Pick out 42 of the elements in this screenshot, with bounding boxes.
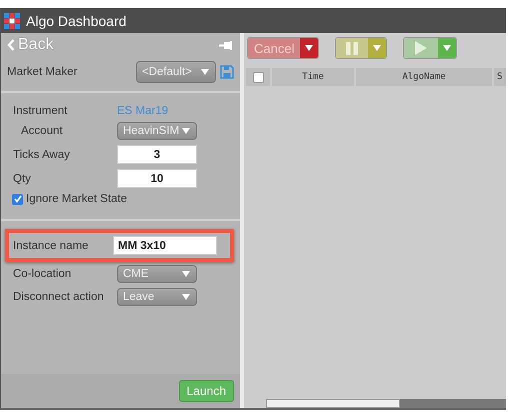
input-field[interactable]: 10 bbox=[117, 169, 197, 188]
dropdown[interactable]: CME bbox=[117, 265, 197, 283]
field-label: Co-location bbox=[13, 268, 72, 280]
template-label: Market Maker bbox=[7, 66, 78, 78]
cancel-button[interactable]: Cancel bbox=[247, 37, 320, 59]
template-dropdown[interactable]: <Default> bbox=[136, 61, 216, 83]
column-header[interactable]: AlgoName bbox=[356, 68, 492, 86]
column-header[interactable]: Time bbox=[272, 68, 354, 86]
play-button[interactable] bbox=[403, 37, 458, 59]
checkbox[interactable] bbox=[12, 194, 23, 204]
app-logo-icon bbox=[4, 12, 20, 28]
pause-icon bbox=[346, 42, 358, 54]
field-label: Qty bbox=[13, 172, 32, 184]
pin-icon[interactable] bbox=[219, 40, 232, 50]
save-icon[interactable] bbox=[220, 65, 234, 79]
caret-icon bbox=[305, 45, 314, 51]
input-field[interactable]: 3 bbox=[117, 145, 197, 164]
field-label: Ticks Away bbox=[13, 148, 71, 160]
dropdown[interactable]: Leave bbox=[117, 288, 197, 306]
back-button[interactable]: Back bbox=[7, 36, 54, 54]
scrollbar-thumb[interactable] bbox=[266, 399, 400, 408]
play-icon bbox=[415, 41, 428, 55]
caret-icon bbox=[182, 128, 190, 134]
field-label: Instrument bbox=[13, 105, 68, 117]
select-all-checkbox[interactable] bbox=[252, 72, 264, 82]
caret-icon bbox=[182, 294, 190, 300]
field-label: Account bbox=[20, 125, 64, 137]
window-title: Algo Dashboard bbox=[26, 12, 126, 28]
caret-icon bbox=[201, 69, 209, 75]
launch-button[interactable]: Launch bbox=[178, 380, 234, 402]
caret-icon bbox=[443, 45, 452, 51]
instrument-link[interactable]: ES Mar19 bbox=[117, 105, 240, 117]
input-field[interactable]: MM 3x10 bbox=[113, 236, 217, 255]
field-label: Disconnect action bbox=[13, 291, 105, 303]
checkbox-label: Ignore Market State bbox=[26, 193, 127, 205]
column-header[interactable]: S bbox=[494, 68, 506, 86]
field-label: Instance name bbox=[13, 240, 90, 252]
dropdown[interactable]: HeavinSIM bbox=[117, 122, 197, 140]
pause-button[interactable] bbox=[335, 37, 388, 59]
caret-icon bbox=[373, 45, 382, 51]
chevron-icon bbox=[7, 39, 15, 51]
caret-icon bbox=[182, 271, 190, 277]
